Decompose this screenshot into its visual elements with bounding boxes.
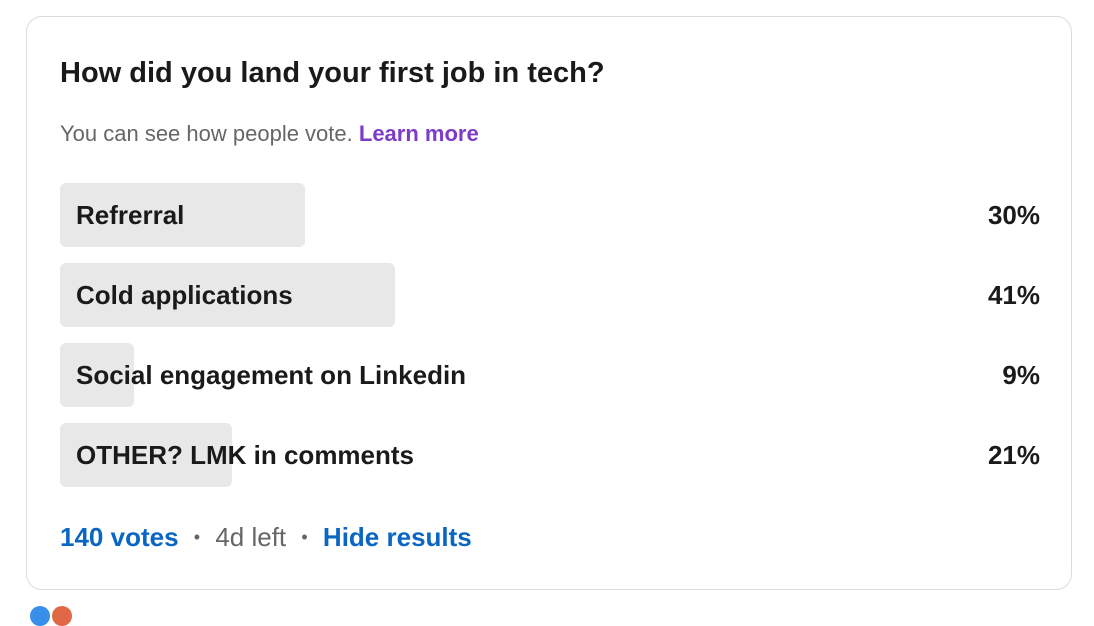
votes-count-link[interactable]: 140 votes (60, 522, 179, 552)
poll-card: How did you land your first job in tech?… (26, 16, 1072, 590)
poll-option: Refrerral 30% (60, 183, 1040, 247)
visibility-text: You can see how people vote. (60, 121, 353, 146)
poll-option: Cold applications 41% (60, 263, 1040, 327)
celebrate-icon (52, 606, 72, 626)
poll-option-label: Cold applications (76, 280, 293, 310)
poll-visibility-notice: You can see how people vote. Learn more (60, 121, 479, 147)
poll-option-percent: 21% (987, 440, 1040, 470)
separator-dot: • (301, 527, 308, 547)
poll-option-percent: 9% (1002, 360, 1040, 390)
poll-option-label: Refrerral (76, 200, 185, 230)
poll-option-percent: 41% (987, 280, 1040, 310)
poll-option-label: Social engagement on Linkedin (76, 360, 467, 390)
poll-option: OTHER? LMK in comments 21% (60, 423, 1040, 487)
poll-option-percent: 30% (987, 200, 1040, 230)
poll-question: How did you land your first job in tech? (60, 57, 605, 89)
poll-option-label: OTHER? LMK in comments (76, 440, 415, 470)
poll-footer: 140 votes • 4d left • Hide results (60, 522, 472, 553)
time-left: 4d left (215, 522, 287, 552)
learn-more-link[interactable]: Learn more (359, 121, 479, 146)
like-icon (30, 606, 50, 626)
separator-dot: • (193, 527, 201, 547)
hide-results-button[interactable]: Hide results (323, 522, 472, 552)
reactions-strip[interactable] (26, 606, 86, 626)
poll-option: Social engagement on Linkedin 9% (60, 343, 1040, 407)
